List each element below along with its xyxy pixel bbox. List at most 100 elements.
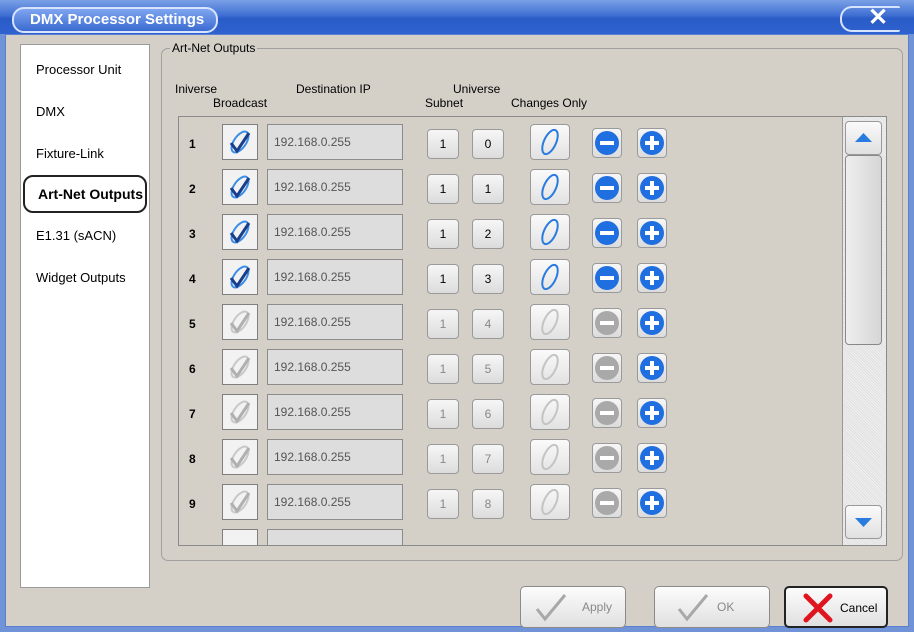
universe-button[interactable]: 1 [472,174,504,204]
universe-button[interactable]: 2 [472,219,504,249]
changes-only-toggle[interactable] [530,439,570,475]
changes-only-icon [541,443,559,471]
changes-only-toggle[interactable] [530,304,570,340]
destination-ip-field[interactable]: 192.168.0.255 [267,124,403,160]
title-bar[interactable]: DMX Processor Settings ✕ [0,0,914,34]
sidebar-item-widget-outputs[interactable]: Widget Outputs [23,259,147,297]
destination-ip-field[interactable]: 192.168.0.255 [267,169,403,205]
subnet-button[interactable]: 1 [427,444,459,474]
add-button[interactable] [637,398,667,428]
checkmark-icon [535,594,567,622]
changes-only-toggle[interactable] [530,349,570,385]
add-button[interactable] [637,488,667,518]
add-button[interactable] [637,308,667,338]
remove-button[interactable] [592,308,622,338]
sidebar-item-fixture-link[interactable]: Fixture-Link [23,135,147,173]
scroll-down-button[interactable] [845,505,882,539]
universe-button[interactable]: 3 [472,264,504,294]
add-button[interactable] [637,263,667,293]
broadcast-toggle[interactable] [222,214,258,250]
broadcast-check-icon [229,400,251,424]
universe-button[interactable]: 0 [472,129,504,159]
changes-only-toggle[interactable] [530,124,570,160]
broadcast-toggle[interactable] [222,394,258,430]
subnet-button[interactable]: 1 [427,489,459,519]
sidebar-item-processor-unit[interactable]: Processor Unit [23,51,147,89]
remove-button[interactable] [592,173,622,203]
subnet-button[interactable]: 1 [427,219,459,249]
universe-button[interactable]: 7 [472,444,504,474]
broadcast-toggle[interactable] [222,259,258,295]
remove-button[interactable] [592,398,622,428]
broadcast-toggle[interactable] [222,529,258,545]
remove-button[interactable] [592,443,622,473]
subnet-button[interactable]: 1 [427,264,459,294]
changes-only-icon [541,173,559,201]
destination-ip-field[interactable]: 192.168.0.255 [267,259,403,295]
destination-ip-field[interactable]: 192.168.0.255 [267,304,403,340]
destination-ip-field[interactable] [267,529,403,545]
output-row: 4 192.168.0.255 1 3 [179,257,839,302]
changes-only-toggle[interactable] [530,214,570,250]
vertical-scrollbar[interactable] [842,117,886,545]
remove-button[interactable] [592,488,622,518]
universe-button[interactable]: 5 [472,354,504,384]
remove-button[interactable] [592,353,622,383]
broadcast-toggle[interactable] [222,304,258,340]
subnet-button[interactable]: 1 [427,174,459,204]
apply-button[interactable]: Apply [520,586,626,628]
add-button[interactable] [637,128,667,158]
scroll-thumb[interactable] [845,155,882,345]
universe-button[interactable]: 6 [472,399,504,429]
sidebar-item-art-net-outputs[interactable]: Art-Net Outputs [23,175,147,213]
changes-only-icon [541,488,559,516]
changes-only-toggle[interactable] [530,259,570,295]
destination-ip-field[interactable]: 192.168.0.255 [267,439,403,475]
broadcast-toggle[interactable] [222,169,258,205]
ok-button[interactable]: OK [654,586,770,628]
sidebar-item-e131-sacn[interactable]: E1.31 (sACN) [23,217,147,255]
apply-label: Apply [582,600,613,614]
destination-ip-field[interactable]: 192.168.0.255 [267,349,403,385]
sidebar-item-dmx[interactable]: DMX [23,93,147,131]
broadcast-toggle[interactable] [222,349,258,385]
plus-circle-icon [640,446,664,470]
destination-ip-field[interactable]: 192.168.0.255 [267,394,403,430]
changes-only-toggle[interactable] [530,394,570,430]
outputs-list: 9 192.168.0.255 1 8 8 192.168.0.255 1 7 7 192.168… [178,116,887,546]
dmx-settings-window: DMX Processor Settings ✕ Processor Unit … [0,0,914,632]
destination-ip-field[interactable]: 192.168.0.255 [267,214,403,250]
changes-only-toggle[interactable] [530,169,570,205]
broadcast-toggle[interactable] [222,484,258,520]
subnet-button[interactable]: 1 [427,354,459,384]
scroll-up-button[interactable] [845,121,882,155]
cancel-button[interactable]: Cancel [784,586,888,628]
changes-only-icon [541,263,559,291]
subnet-button[interactable]: 1 [427,309,459,339]
add-button[interactable] [637,218,667,248]
destination-ip-field[interactable]: 192.168.0.255 [267,484,403,520]
add-button[interactable] [637,353,667,383]
remove-button[interactable] [592,218,622,248]
broadcast-toggle[interactable] [222,439,258,475]
arrow-up-icon [855,133,872,142]
dialog-body: Processor Unit DMX Fixture-Link Art-Net … [5,34,909,628]
broadcast-check-icon [229,220,251,244]
subnet-button[interactable]: 1 [427,399,459,429]
remove-button[interactable] [592,128,622,158]
close-button[interactable]: ✕ [840,6,900,32]
changes-only-toggle[interactable] [530,484,570,520]
row-number: 2 [189,182,196,196]
universe-button[interactable]: 8 [472,489,504,519]
row-number: 1 [189,137,196,151]
add-button[interactable] [637,443,667,473]
add-button[interactable] [637,173,667,203]
broadcast-toggle[interactable] [222,124,258,160]
output-row: 2 192.168.0.255 1 1 [179,167,839,212]
changes-only-icon [541,308,559,336]
universe-button[interactable]: 4 [472,309,504,339]
subnet-button[interactable]: 1 [427,129,459,159]
remove-button[interactable] [592,263,622,293]
row-number: 7 [189,407,196,421]
changes-only-icon [541,398,559,426]
